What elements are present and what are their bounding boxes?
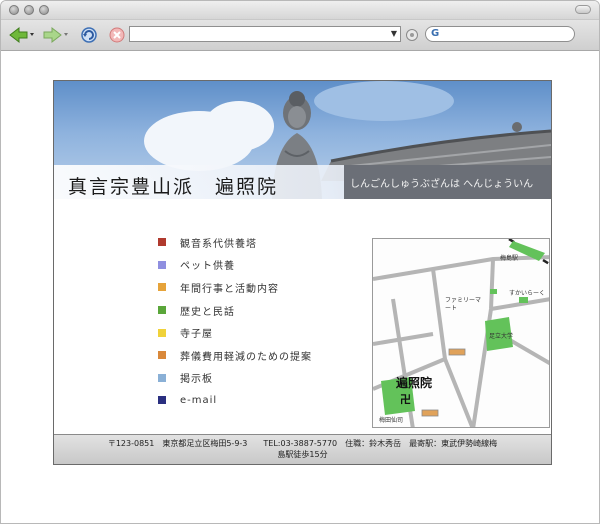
browser-window: ▼ G 真言宗豊山派 遍照院 しんごんしゅうぶざんは へんじょういん 観音系代供…: [0, 0, 600, 524]
reload-icon: [81, 27, 97, 43]
menu-bullet-icon: [158, 328, 166, 337]
footer-address-line2: 島駅徒歩15分: [277, 450, 328, 459]
menu-bullet-icon: [158, 373, 166, 382]
menu-bullet-icon: [158, 260, 166, 269]
web-page: 真言宗豊山派 遍照院 しんごんしゅうぶざんは へんじょういん 観音系代供養塔 ペ…: [53, 80, 552, 465]
temple-symbol-icon: 卍: [400, 393, 411, 406]
map-label-sukairaku: すかいらーく: [509, 290, 546, 297]
toolbar-toggle-button[interactable]: [575, 5, 591, 14]
menu-item-label: 観音系代供養塔: [180, 238, 257, 250]
menu-item-bbs[interactable]: 掲示板: [158, 367, 312, 390]
menu-item-kannon[interactable]: 観音系代供養塔: [158, 231, 312, 254]
address-bar[interactable]: ▼: [129, 26, 401, 42]
map-label-station: 梅島駅: [500, 255, 519, 262]
menu-item-events[interactable]: 年間行事と活動内容: [158, 276, 312, 299]
menu-item-funeral[interactable]: 葬儀費用軽減のための提案: [158, 344, 312, 367]
menu-bullet-icon: [158, 306, 166, 315]
address-dropdown-icon[interactable]: ▼: [391, 29, 397, 38]
page-footer: 〒123-0851 東京都足立区梅田5-9-3 TEL:03-3887-5770…: [54, 434, 551, 464]
forward-button[interactable]: [41, 25, 71, 45]
minimize-window-button[interactable]: [24, 5, 34, 15]
site-subtitle: しんごんしゅうぶざんは へんじょういん: [344, 165, 551, 199]
menu-item-label: 葬儀費用軽減のための提案: [180, 351, 312, 363]
menu-bullet-icon: [158, 238, 166, 247]
menu-item-label: 寺子屋: [180, 329, 213, 341]
access-map[interactable]: 梅島駅 ファミリーマート すかいらーく 足立大学 遍照院 卍 梅田仙司: [372, 238, 550, 428]
stop-icon: [109, 27, 125, 43]
google-search-icon: G: [431, 28, 440, 39]
browser-toolbar: ▼ G: [1, 20, 599, 51]
title-bar: [1, 1, 599, 20]
map-label-bottom: 梅田仙司: [379, 417, 404, 424]
footer-address-line1: 〒123-0851 東京都足立区梅田5-9-3 TEL:03-3887-5770…: [107, 439, 498, 448]
menu-item-label: 掲示板: [180, 374, 213, 386]
forward-arrow-icon: [43, 26, 68, 44]
menu-item-email[interactable]: e-mail: [158, 389, 312, 412]
reload-button[interactable]: [79, 25, 99, 45]
menu-bullet-icon: [158, 351, 166, 360]
back-button[interactable]: [7, 25, 37, 45]
header-banner: 真言宗豊山派 遍照院 しんごんしゅうぶざんは へんじょういん: [54, 81, 551, 199]
go-icon: [406, 29, 418, 41]
menu-item-label: ペット供養: [180, 261, 235, 273]
back-arrow-icon: [9, 26, 34, 44]
menu-item-label: 年間行事と活動内容: [180, 283, 279, 295]
map-label-temple: 遍照院: [396, 376, 433, 390]
map-label-school: 足立大学: [489, 333, 514, 340]
zoom-window-button[interactable]: [39, 5, 49, 15]
menu-bullet-icon: [158, 396, 166, 405]
stop-button[interactable]: [107, 25, 127, 45]
search-field[interactable]: G: [425, 26, 575, 42]
nav-menu: 観音系代供養塔 ペット供養 年間行事と活動内容 歴史と民話 寺子屋 葬儀費用軽減…: [158, 231, 312, 412]
go-button[interactable]: [405, 27, 419, 41]
menu-item-history[interactable]: 歴史と民話: [158, 299, 312, 322]
menu-item-label: e-mail: [180, 394, 218, 406]
menu-bullet-icon: [158, 283, 166, 292]
menu-item-label: 歴史と民話: [180, 306, 235, 318]
close-window-button[interactable]: [9, 5, 19, 15]
menu-item-terakoya[interactable]: 寺子屋: [158, 321, 312, 344]
map-label-familymart: ファミリーマート: [445, 297, 482, 312]
menu-item-pet[interactable]: ペット供養: [158, 254, 312, 277]
site-title: 真言宗豊山派 遍照院: [68, 176, 279, 198]
